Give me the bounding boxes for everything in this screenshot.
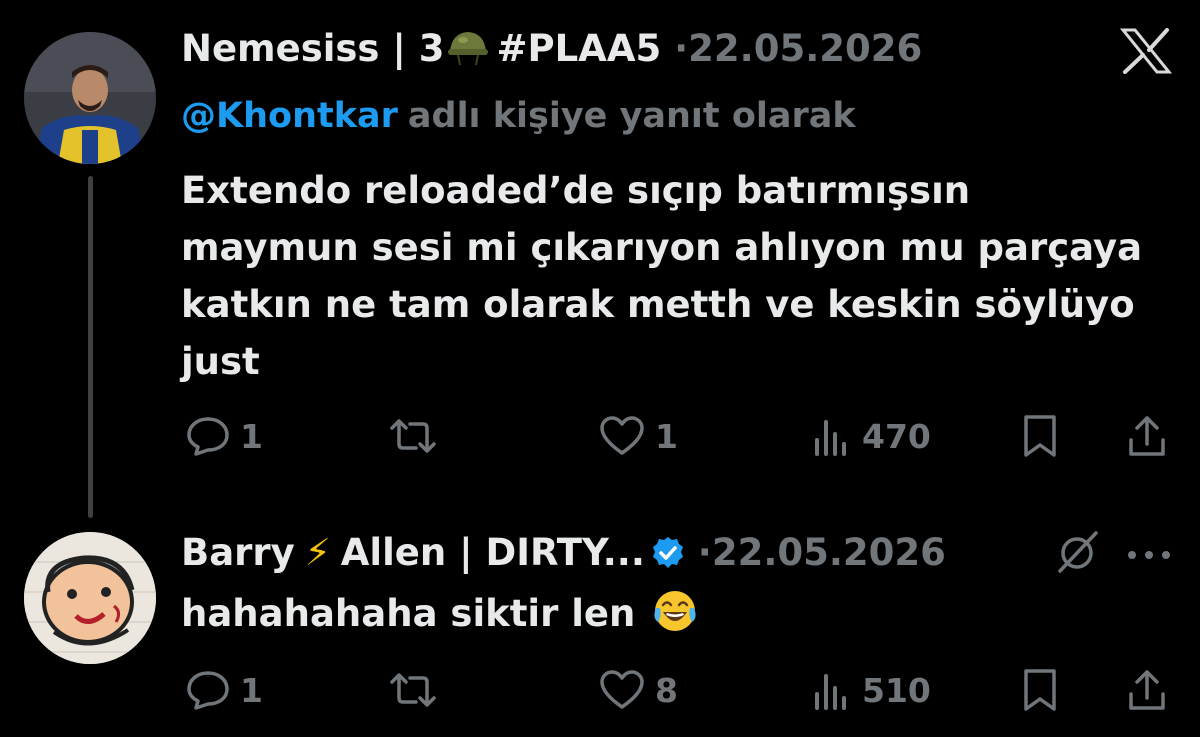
separator-dot: · [674, 27, 689, 70]
x-logo-icon [1120, 28, 1172, 74]
like-button[interactable]: 8 [599, 668, 678, 712]
more-options-icon[interactable] [1126, 549, 1172, 561]
tweet-header: Nemesiss | 3 #PLAA5 ·22.05.2026 [181, 27, 922, 71]
tweet-date[interactable]: 22.05.2026 [712, 531, 946, 574]
share-button[interactable] [1126, 414, 1168, 458]
reply-button[interactable]: 1 [186, 414, 263, 458]
reply-context-text: adlı kişiye yanıt olarak [407, 96, 856, 136]
view-count: 470 [862, 416, 931, 456]
bookmark-button[interactable] [1022, 414, 1058, 458]
retweet-button[interactable] [388, 414, 438, 458]
thread-connector-line [88, 176, 93, 518]
separator-dot: · [697, 531, 712, 574]
face-with-tears-of-joy-emoji [654, 591, 696, 631]
display-name-first[interactable]: Barry [181, 531, 295, 574]
views-button[interactable]: 510 [812, 668, 931, 712]
bookmark-icon [1024, 669, 1056, 711]
mute-conversation-icon[interactable] [1054, 529, 1100, 575]
tweet-actions: 1 1 470 [0, 406, 1200, 466]
display-name-last[interactable]: Allen | DIRTY... [341, 531, 645, 574]
verified-badge-icon [652, 537, 683, 568]
bookmark-icon [1024, 415, 1056, 457]
like-button[interactable]: 1 [599, 414, 678, 458]
tweet-text: hahahahaha siktir len [181, 585, 1181, 642]
share-button[interactable] [1126, 668, 1168, 712]
reply-count: 1 [240, 416, 263, 456]
lightning-emoji: ⚡ [304, 531, 331, 574]
reply-icon [187, 671, 229, 710]
views-button[interactable]: 470 [812, 414, 931, 458]
share-icon [1129, 416, 1165, 456]
share-icon [1129, 670, 1165, 710]
display-name[interactable]: Nemesiss | 3 [181, 27, 444, 70]
tweet-text: Extendo reloaded’de sıçıp batırmışsın ma… [181, 169, 1143, 383]
tweet-date[interactable]: 22.05.2026 [688, 27, 922, 70]
retweet-icon [390, 419, 436, 453]
avatar-barry[interactable] [24, 532, 156, 664]
military-helmet-emoji [448, 32, 489, 66]
tweet-actions: 1 8 510 [0, 660, 1200, 720]
tweet-text-content: hahahahaha siktir len [181, 592, 636, 635]
view-count: 510 [862, 670, 931, 710]
like-count: 1 [655, 416, 678, 456]
bookmark-button[interactable] [1022, 668, 1058, 712]
avatar-nemesiss[interactable] [24, 32, 156, 164]
heart-icon [600, 416, 644, 455]
views-icon [815, 420, 846, 456]
like-count: 8 [655, 670, 678, 710]
reply-count: 1 [240, 670, 263, 710]
reply-context: @Khontkar adlı kişiye yanıt olarak [181, 94, 856, 138]
reply-handle-link[interactable]: @Khontkar [181, 96, 398, 136]
tweet-header: Barry ⚡ Allen | DIRTY... ·22.05.2026 [181, 531, 946, 575]
reply-button[interactable]: 1 [186, 668, 263, 712]
reply-icon [187, 417, 229, 456]
display-name-suffix[interactable]: #PLAA5 [496, 27, 661, 70]
heart-icon [600, 670, 644, 709]
retweet-icon [390, 673, 436, 707]
retweet-button[interactable] [388, 668, 438, 712]
views-icon [815, 674, 846, 710]
